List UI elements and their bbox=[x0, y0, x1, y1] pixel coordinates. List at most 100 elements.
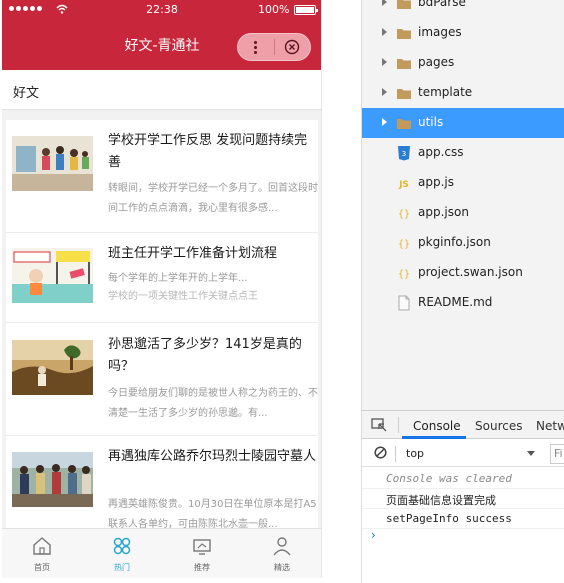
file-tree-item-label: pages bbox=[418, 55, 455, 69]
tab-hot[interactable]: 热门 bbox=[82, 529, 162, 578]
section-title: 好文 bbox=[13, 86, 40, 101]
tab-label: 推荐 bbox=[194, 563, 210, 572]
chevron-down-icon[interactable] bbox=[527, 451, 535, 456]
file-tree-item-label: bdParse bbox=[418, 0, 466, 9]
json-file-icon: {} bbox=[398, 239, 410, 250]
file-tree-item[interactable]: template bbox=[362, 78, 564, 108]
article-item[interactable]: 班主任开学工作准备计划流程 每个学年的上学年开的上学年... 学校的一项关键性工… bbox=[6, 233, 318, 323]
file-tree-item[interactable]: {} pkginfo.json bbox=[362, 228, 564, 258]
article-title: 再遇独库公路乔尔玛烈士陵园守墓人 bbox=[108, 449, 317, 464]
recommend-icon bbox=[193, 539, 211, 555]
article-thumbnail bbox=[12, 136, 93, 191]
active-tab-indicator bbox=[402, 436, 466, 439]
json-file-icon: {} bbox=[398, 269, 410, 280]
tab-label: 精选 bbox=[274, 563, 290, 572]
tab-label: 首页 bbox=[34, 563, 50, 572]
article-summary: 每个学年的上学年开的上学年... bbox=[108, 273, 248, 284]
console-message: 页面基础信息设置完成 bbox=[362, 489, 564, 509]
svg-text:JS: JS bbox=[398, 180, 409, 190]
article-item[interactable]: 学校开学工作反思 发现问题持续完善 转眼间，学校开学已经一个多月了。回首这段时间… bbox=[6, 120, 318, 233]
article-title: 学校开学工作反思 发现问题持续完善 bbox=[108, 133, 308, 170]
file-tree-item-label: project.swan.json bbox=[418, 265, 523, 279]
file-tree-item[interactable]: bdParse bbox=[362, 0, 564, 18]
article-item[interactable]: 再遇独库公路乔尔玛烈士陵园守墓人 再遇英雄陈俊贵。10月30日在单位原本是打A5… bbox=[6, 436, 318, 528]
article-summary: 再遇英雄陈俊贵。10月30日在单位原本是打A5联系人各单约，可由陈陈北水壶一般.… bbox=[108, 499, 317, 528]
article-summary: 今日要给朋友们聊的是被世人称之为药王的、不清楚一生活了多少岁的孙思邈。有... bbox=[108, 388, 318, 419]
article-thumbnail bbox=[12, 452, 93, 507]
expand-arrow-icon[interactable] bbox=[382, 88, 387, 96]
navbar: 好文-青通社 bbox=[2, 20, 321, 70]
close-button[interactable] bbox=[274, 34, 310, 60]
file-tree-item[interactable]: {} project.swan.json bbox=[362, 258, 564, 288]
tab-sources[interactable]: Sources bbox=[475, 419, 522, 433]
filter-input[interactable]: Fi bbox=[550, 444, 564, 464]
inspect-element-icon[interactable] bbox=[371, 418, 387, 432]
expand-arrow-icon[interactable] bbox=[382, 58, 387, 66]
file-tree-item[interactable]: {} app.json bbox=[362, 198, 564, 228]
file-tree-item-label: README.md bbox=[418, 295, 493, 309]
article-item[interactable]: 孙思邈活了多少岁？141岁是真的吗？ 今日要给朋友们聊的是被世人称之为药王的、不… bbox=[6, 323, 318, 436]
menu-capsule bbox=[237, 33, 311, 61]
svg-text:{}: {} bbox=[398, 209, 410, 220]
console-message: Console was cleared bbox=[362, 469, 564, 489]
file-tree-item[interactable]: pages bbox=[362, 48, 564, 78]
folder-icon bbox=[397, 119, 411, 129]
devtools-panel: bdParse images pages template utils 3 ap… bbox=[361, 0, 564, 583]
context-select[interactable]: top bbox=[406, 447, 424, 460]
tab-home[interactable]: 首页 bbox=[2, 529, 82, 578]
article-thumbnail bbox=[12, 248, 93, 303]
file-tree-item-label: template bbox=[418, 85, 473, 99]
console-toolbar: top Fi bbox=[362, 441, 564, 467]
json-file-icon: {} bbox=[398, 209, 410, 220]
article-title: 班主任开学工作准备计划流程 bbox=[108, 246, 278, 261]
battery-percent: 100% bbox=[258, 3, 290, 16]
console-panel: Console Sources Netw top Fi Console was … bbox=[362, 410, 564, 583]
file-tree-item[interactable]: images bbox=[362, 18, 564, 48]
file-tree-item-selected[interactable]: utils bbox=[362, 108, 564, 138]
file-tree: bdParse images pages template utils 3 ap… bbox=[362, 0, 564, 410]
section-header: 好文 bbox=[2, 70, 321, 110]
svg-text:{}: {} bbox=[398, 269, 410, 280]
status-bar: 22:38 100% bbox=[2, 0, 321, 20]
tab-console[interactable]: Console bbox=[413, 419, 461, 433]
tab-bar: 首页 热门 推荐 精选 bbox=[2, 528, 321, 578]
tab-featured[interactable]: 精选 bbox=[242, 529, 321, 578]
article-list: 学校开学工作反思 发现问题持续完善 转眼间，学校开学已经一个多月了。回首这段时间… bbox=[6, 120, 318, 528]
tab-label: 热门 bbox=[114, 563, 130, 572]
tab-recommend[interactable]: 推荐 bbox=[162, 529, 242, 578]
battery-icon bbox=[294, 5, 318, 15]
expand-arrow-icon[interactable] bbox=[382, 118, 387, 126]
file-tree-item[interactable]: README.md bbox=[362, 288, 564, 318]
featured-icon bbox=[273, 537, 291, 556]
folder-icon bbox=[397, 89, 411, 99]
expand-arrow-icon[interactable] bbox=[382, 0, 387, 6]
console-prompt[interactable]: › bbox=[371, 528, 376, 542]
js-file-icon: JS bbox=[398, 180, 409, 190]
markdown-file-icon bbox=[398, 295, 410, 311]
console-message: setPageInfo success bbox=[362, 509, 564, 529]
toolbar-divider bbox=[395, 446, 396, 462]
home-icon bbox=[33, 537, 51, 555]
more-icon bbox=[254, 40, 258, 55]
article-thumbnail bbox=[12, 340, 93, 395]
file-tree-item-label: app.json bbox=[418, 205, 469, 219]
tab-network[interactable]: Netw bbox=[536, 419, 564, 433]
article-summary-line-2: 学校的一项关键性工作关键点点王 bbox=[108, 291, 258, 302]
folder-icon bbox=[397, 29, 411, 39]
folder-icon bbox=[397, 59, 411, 69]
tab-divider bbox=[398, 417, 399, 433]
hot-icon bbox=[113, 537, 131, 555]
clear-console-icon[interactable] bbox=[374, 446, 387, 459]
svg-text:{}: {} bbox=[398, 239, 410, 250]
expand-arrow-icon[interactable] bbox=[382, 28, 387, 36]
article-summary: 转眼间，学校开学已经一个多月了。回首这段时间工作的点点滴滴，我心里有很多感... bbox=[108, 183, 318, 214]
svg-text:3: 3 bbox=[402, 150, 406, 158]
more-button[interactable] bbox=[238, 34, 274, 60]
css-file-icon: 3 bbox=[398, 146, 410, 161]
simulator: 22:38 100% 好文-青通社 好文 学校开学工作反思 发现问题持续完善 转… bbox=[2, 0, 322, 578]
file-tree-item[interactable]: JS app.js bbox=[362, 168, 564, 198]
file-tree-item-label: utils bbox=[418, 115, 444, 129]
file-tree-item[interactable]: 3 app.css bbox=[362, 138, 564, 168]
file-tree-item-label: pkginfo.json bbox=[418, 235, 491, 249]
close-icon bbox=[285, 39, 300, 55]
